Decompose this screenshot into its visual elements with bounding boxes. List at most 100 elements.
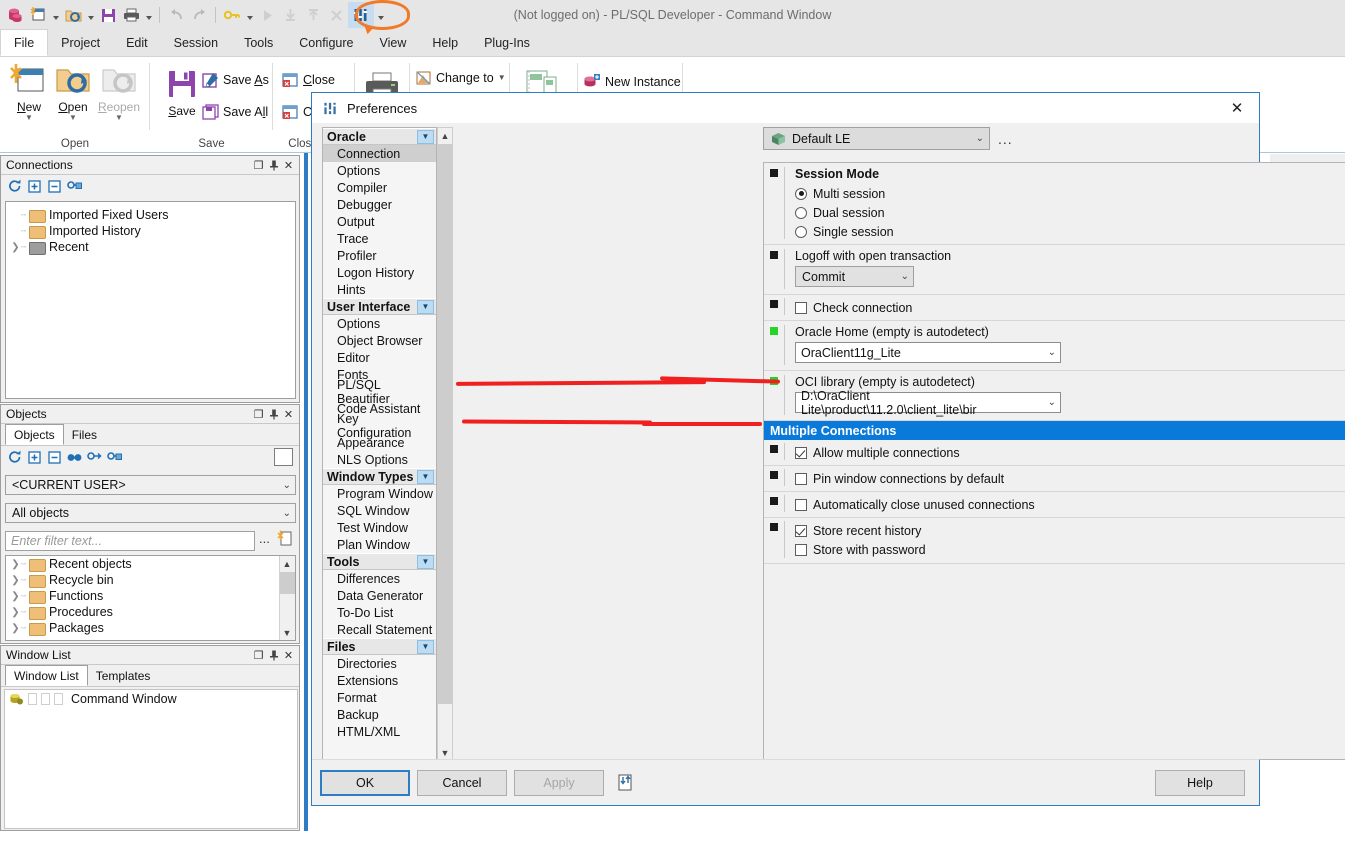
chevron-right-icon[interactable]: ❯ [10, 242, 21, 253]
tree-item-profiler[interactable]: Profiler [323, 247, 436, 264]
maximize-icon[interactable]: ❐ [251, 648, 266, 663]
new-dropdown-icon[interactable] [50, 3, 61, 27]
tree-item-trace[interactable]: Trace [323, 230, 436, 247]
ribbon-tab-bar[interactable]: File Project Edit Session Tools Configur… [0, 29, 1345, 57]
tab-session[interactable]: Session [161, 30, 231, 56]
chevron-down-icon[interactable]: ⌄ [283, 480, 291, 491]
new-document-icon[interactable] [27, 3, 49, 27]
tree-item-sql-window[interactable]: SQL Window [323, 502, 436, 519]
checkbox-store-with-password[interactable]: Store with password [795, 540, 1345, 559]
tree-group-window-types[interactable]: Window Types ▼ [323, 468, 436, 485]
checkbox-icon[interactable] [795, 472, 807, 485]
tree-node-imported-fixed-users[interactable]: ┈ Imported Fixed Users [6, 207, 295, 223]
tab-objects[interactable]: Objects [5, 424, 64, 445]
objects-filter-input[interactable]: Enter filter text... [5, 531, 255, 551]
chevron-down-icon[interactable]: ⌄ [283, 508, 291, 519]
objects-tree[interactable]: ❯ ┈ Recent objects ❯ ┈ Recycle bin ❯ ┈ F… [5, 555, 296, 641]
tree-node-imported-history[interactable]: ┈ Imported History [6, 223, 295, 239]
open-dropdown-icon[interactable] [85, 3, 96, 27]
new-object-icon[interactable] [107, 450, 122, 465]
key-dropdown-icon[interactable] [244, 3, 255, 27]
save-as-button[interactable]: Save As [202, 67, 269, 92]
profile-select[interactable]: Default LE ⌄ [763, 127, 990, 150]
chevron-right-icon[interactable]: ❯ [10, 559, 21, 570]
tree-item-recall-statement[interactable]: Recall Statement [323, 621, 436, 638]
expand-all-icon[interactable] [27, 450, 42, 465]
radio-icon[interactable] [795, 187, 807, 200]
objects-tabstrip[interactable]: Objects Files [1, 424, 299, 446]
tree-node-packages[interactable]: ❯ ┈ Packages [6, 620, 295, 636]
search-icon[interactable] [67, 450, 82, 465]
tab-file[interactable]: File [0, 29, 49, 56]
connections-tree[interactable]: ┈ Imported Fixed Users ┈ Imported Histor… [5, 201, 296, 399]
scrollbar-thumb[interactable] [438, 144, 452, 704]
new-button[interactable]: New ▼ [4, 61, 54, 122]
print-dropdown-icon[interactable] [143, 3, 154, 27]
pin-icon[interactable] [266, 158, 281, 173]
tab-help[interactable]: Help [419, 30, 471, 56]
help-button[interactable]: Help [1155, 770, 1245, 796]
collapse-all-icon[interactable] [47, 450, 62, 465]
close-icon[interactable]: ✕ [1215, 93, 1259, 122]
save-all-button[interactable]: Save All [202, 99, 268, 124]
tree-item-format[interactable]: Format [323, 689, 436, 706]
close-all-button[interactable]: Cl [282, 99, 315, 124]
tree-node-recycle-bin[interactable]: ❯ ┈ Recycle bin [6, 572, 295, 588]
radio-icon[interactable] [795, 206, 807, 219]
checkbox-icon[interactable] [795, 498, 807, 511]
objects-tree-scrollbar[interactable]: ▲ ▼ [279, 556, 295, 640]
profile-ellipsis-button[interactable]: ... [998, 131, 1013, 147]
new-instance-button[interactable]: New Instance [583, 69, 681, 94]
tree-item-output[interactable]: Output [323, 213, 436, 230]
filter-ellipsis-button[interactable]: ... [259, 531, 270, 546]
tree-group-files[interactable]: Files ▼ [323, 638, 436, 655]
tree-item-differences[interactable]: Differences [323, 570, 436, 587]
tree-item-ui-options[interactable]: Options [323, 315, 436, 332]
list-item[interactable]: Command Window [5, 690, 297, 707]
radio-multi-session[interactable]: Multi session [795, 184, 1345, 203]
tree-item-data-generator[interactable]: Data Generator [323, 587, 436, 604]
tab-templates[interactable]: Templates [88, 666, 159, 686]
tree-group-tools[interactable]: Tools ▼ [323, 553, 436, 570]
tree-group-oracle[interactable]: Oracle ▼ [323, 128, 436, 145]
chevron-right-icon[interactable]: ❯ [10, 591, 21, 602]
collapse-all-icon[interactable] [47, 179, 62, 194]
tree-item-compiler[interactable]: Compiler [323, 179, 436, 196]
open-folder-icon[interactable] [62, 3, 84, 27]
save-button[interactable]: Save [157, 65, 207, 118]
close-icon[interactable]: ✕ [281, 648, 296, 663]
scroll-up-icon[interactable]: ▲ [438, 128, 452, 143]
tree-item-test-window[interactable]: Test Window [323, 519, 436, 536]
tab-configure[interactable]: Configure [286, 30, 366, 56]
checkbox-icon[interactable] [795, 524, 807, 537]
objects-toolbar[interactable] [1, 446, 299, 468]
new-filter-icon[interactable] [277, 530, 293, 550]
tree-item-beautifier[interactable]: PL/SQL Beautifier [323, 378, 436, 406]
tree-item-connection[interactable]: Connection [323, 145, 436, 162]
tree-item-program-window[interactable]: Program Window [323, 485, 436, 502]
tab-view[interactable]: View [366, 30, 419, 56]
object-type-select[interactable]: All objects ⌄ [5, 503, 296, 523]
chevron-right-icon[interactable]: ❯ [10, 607, 21, 618]
preferences-tree[interactable]: Oracle ▼ Connection Options Compiler Deb… [322, 127, 453, 856]
import-export-icon[interactable] [617, 774, 634, 795]
pin-icon[interactable] [266, 648, 281, 663]
tab-tools[interactable]: Tools [231, 30, 286, 56]
tree-item-hints[interactable]: Hints [323, 281, 436, 298]
oci-library-select[interactable]: D:\OraClient Lite\product\11.2.0\client_… [795, 389, 1061, 417]
logoff-select[interactable]: Commit ⌄ [795, 266, 914, 287]
radio-single-session[interactable]: Single session [795, 222, 1345, 241]
tree-item-debugger[interactable]: Debugger [323, 196, 436, 213]
database-icon[interactable] [4, 3, 26, 27]
tree-node-functions[interactable]: ❯ ┈ Functions [6, 588, 295, 604]
ok-button[interactable]: OK [320, 770, 410, 796]
maximize-icon[interactable]: ❐ [251, 158, 266, 173]
chevron-down-icon[interactable]: ▼ [417, 299, 434, 314]
toolbar-color-swatch[interactable] [274, 448, 293, 466]
scroll-down-icon[interactable]: ▼ [280, 625, 294, 640]
tab-files[interactable]: Files [64, 425, 105, 445]
save-icon[interactable] [97, 3, 119, 27]
window-list-content[interactable]: Command Window [4, 689, 298, 829]
tab-project[interactable]: Project [48, 30, 113, 56]
chevron-down-icon[interactable]: ▼ [417, 129, 434, 144]
